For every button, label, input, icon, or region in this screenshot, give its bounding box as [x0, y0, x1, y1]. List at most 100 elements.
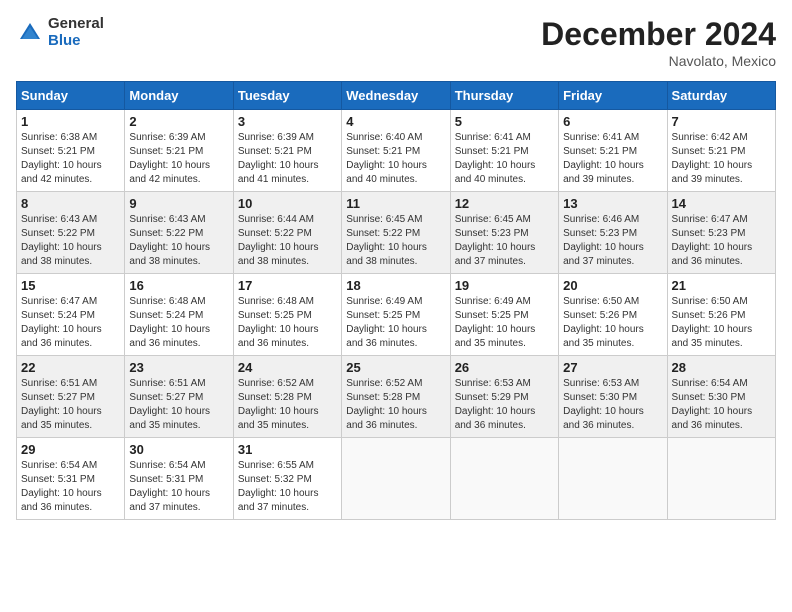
month-title: December 2024: [541, 16, 776, 53]
logo-icon: [16, 19, 44, 47]
day-info: Sunrise: 6:46 AMSunset: 5:23 PMDaylight:…: [563, 214, 644, 267]
col-wednesday: Wednesday: [342, 82, 450, 110]
day-info: Sunrise: 6:39 AMSunset: 5:21 PMDaylight:…: [238, 132, 319, 185]
day-info: Sunrise: 6:54 AMSunset: 5:30 PMDaylight:…: [672, 378, 753, 431]
day-number: 10: [238, 196, 337, 211]
day-number: 25: [346, 360, 445, 375]
table-row: 27 Sunrise: 6:53 AMSunset: 5:30 PMDayligh…: [559, 356, 667, 438]
day-info: Sunrise: 6:55 AMSunset: 5:32 PMDaylight:…: [238, 460, 319, 513]
table-row: 11Sunrise: 6:45 AMSunset: 5:22 PMDayligh…: [342, 192, 450, 274]
day-info: Sunrise: 6:44 AMSunset: 5:22 PMDaylight:…: [238, 214, 319, 267]
day-info: Sunrise: 6:52 AMSunset: 5:28 PMDaylight:…: [238, 378, 319, 431]
calendar-table: Sunday Monday Tuesday Wednesday Thursday…: [16, 81, 776, 520]
day-info: Sunrise: 6:50 AMSunset: 5:26 PMDaylight:…: [563, 296, 644, 349]
table-row: 14Sunrise: 6:47 AMSunset: 5:23 PMDayligh…: [667, 192, 775, 274]
day-number: 3: [238, 114, 337, 129]
day-info: Sunrise: 6:41 AMSunset: 5:21 PMDaylight:…: [455, 132, 536, 185]
day-info: Sunrise: 6:49 AMSunset: 5:25 PMDaylight:…: [455, 296, 536, 349]
day-info: Sunrise: 6:43 AMSunset: 5:22 PMDaylight:…: [129, 214, 210, 267]
col-monday: Monday: [125, 82, 233, 110]
day-info: Sunrise: 6:51 AMSunset: 5:27 PMDaylight:…: [129, 378, 210, 431]
table-row: 3 Sunrise: 6:39 AMSunset: 5:21 PMDaylight…: [233, 110, 341, 192]
day-info: Sunrise: 6:54 AMSunset: 5:31 PMDaylight:…: [129, 460, 210, 513]
table-row: 28 Sunrise: 6:54 AMSunset: 5:30 PMDayligh…: [667, 356, 775, 438]
table-row: [667, 438, 775, 520]
table-row: 12 Sunrise: 6:45 AMSunset: 5:23 PMDayligh…: [450, 192, 558, 274]
location: Navolato, Mexico: [541, 53, 776, 69]
table-row: 5 Sunrise: 6:41 AMSunset: 5:21 PMDaylight…: [450, 110, 558, 192]
day-number: 5: [455, 114, 554, 129]
day-number: 22: [21, 360, 120, 375]
day-number: 7: [672, 114, 771, 129]
day-number: 28: [672, 360, 771, 375]
logo-blue: Blue: [48, 33, 104, 50]
col-tuesday: Tuesday: [233, 82, 341, 110]
calendar-row: 22 Sunrise: 6:51 AMSunset: 5:27 PMDayligh…: [17, 356, 776, 438]
day-info: Sunrise: 6:40 AMSunset: 5:21 PMDaylight:…: [346, 132, 427, 185]
day-number: 19: [455, 278, 554, 293]
day-number: 15: [21, 278, 120, 293]
col-friday: Friday: [559, 82, 667, 110]
day-number: 20: [563, 278, 662, 293]
col-sunday: Sunday: [17, 82, 125, 110]
table-row: 30 Sunrise: 6:54 AMSunset: 5:31 PMDayligh…: [125, 438, 233, 520]
table-row: 16Sunrise: 6:48 AMSunset: 5:24 PMDayligh…: [125, 274, 233, 356]
calendar-row: 15 Sunrise: 6:47 AMSunset: 5:24 PMDayligh…: [17, 274, 776, 356]
day-info: Sunrise: 6:53 AMSunset: 5:30 PMDaylight:…: [563, 378, 644, 431]
title-area: December 2024 Navolato, Mexico: [541, 16, 776, 69]
day-info: Sunrise: 6:53 AMSunset: 5:29 PMDaylight:…: [455, 378, 536, 431]
day-number: 6: [563, 114, 662, 129]
day-info: Sunrise: 6:52 AMSunset: 5:28 PMDaylight:…: [346, 378, 427, 431]
table-row: 25 Sunrise: 6:52 AMSunset: 5:28 PMDayligh…: [342, 356, 450, 438]
day-number: 16: [129, 278, 228, 293]
day-number: 27: [563, 360, 662, 375]
day-number: 29: [21, 442, 120, 457]
table-row: 19 Sunrise: 6:49 AMSunset: 5:25 PMDayligh…: [450, 274, 558, 356]
table-row: 29Sunrise: 6:54 AMSunset: 5:31 PMDayligh…: [17, 438, 125, 520]
header-row: Sunday Monday Tuesday Wednesday Thursday…: [17, 82, 776, 110]
day-number: 4: [346, 114, 445, 129]
day-number: 2: [129, 114, 228, 129]
day-number: 24: [238, 360, 337, 375]
table-row: [450, 438, 558, 520]
table-row: 18Sunrise: 6:49 AMSunset: 5:25 PMDayligh…: [342, 274, 450, 356]
logo-text: General Blue: [48, 16, 104, 49]
table-row: 1 Sunrise: 6:38 AMSunset: 5:21 PMDaylight…: [17, 110, 125, 192]
col-thursday: Thursday: [450, 82, 558, 110]
table-row: 15 Sunrise: 6:47 AMSunset: 5:24 PMDayligh…: [17, 274, 125, 356]
table-row: 20 Sunrise: 6:50 AMSunset: 5:26 PMDayligh…: [559, 274, 667, 356]
day-info: Sunrise: 6:45 AMSunset: 5:23 PMDaylight:…: [455, 214, 536, 267]
day-number: 23: [129, 360, 228, 375]
table-row: [342, 438, 450, 520]
day-info: Sunrise: 6:43 AMSunset: 5:22 PMDaylight:…: [21, 214, 102, 267]
day-info: Sunrise: 6:45 AMSunset: 5:22 PMDaylight:…: [346, 214, 427, 267]
table-row: 9 Sunrise: 6:43 AMSunset: 5:22 PMDaylight…: [125, 192, 233, 274]
day-info: Sunrise: 6:39 AMSunset: 5:21 PMDaylight:…: [129, 132, 210, 185]
calendar-row: 29 Sunrise: 6:54 AMSunset: 5:31 PMDayligh…: [17, 438, 776, 520]
day-number: 13: [563, 196, 662, 211]
table-row: 26 Sunrise: 6:53 AMSunset: 5:29 PMDayligh…: [450, 356, 558, 438]
table-row: 4 Sunrise: 6:40 AMSunset: 5:21 PMDaylight…: [342, 110, 450, 192]
calendar-row: 8 Sunrise: 6:43 AMSunset: 5:22 PMDaylight…: [17, 192, 776, 274]
table-row: 6Sunrise: 6:41 AMSunset: 5:21 PMDaylight…: [559, 110, 667, 192]
day-info: Sunrise: 6:47 AMSunset: 5:24 PMDaylight:…: [21, 296, 102, 349]
day-info: Sunrise: 6:50 AMSunset: 5:26 PMDaylight:…: [672, 296, 753, 349]
day-info: Sunrise: 6:38 AMSunset: 5:21 PMDaylight:…: [21, 132, 102, 185]
day-number: 31: [238, 442, 337, 457]
logo: General Blue: [16, 16, 104, 49]
day-info: Sunrise: 6:47 AMSunset: 5:23 PMDaylight:…: [672, 214, 753, 267]
day-number: 1: [21, 114, 120, 129]
table-row: 23 Sunrise: 6:51 AMSunset: 5:27 PMDayligh…: [125, 356, 233, 438]
day-number: 9: [129, 196, 228, 211]
table-row: 13 Sunrise: 6:46 AMSunset: 5:23 PMDayligh…: [559, 192, 667, 274]
logo-general: General: [48, 16, 104, 33]
day-info: Sunrise: 6:51 AMSunset: 5:27 PMDaylight:…: [21, 378, 102, 431]
table-row: 17Sunrise: 6:48 AMSunset: 5:25 PMDayligh…: [233, 274, 341, 356]
day-number: 30: [129, 442, 228, 457]
day-number: 26: [455, 360, 554, 375]
day-number: 17: [238, 278, 337, 293]
day-number: 8: [21, 196, 120, 211]
table-row: [559, 438, 667, 520]
table-row: 7Sunrise: 6:42 AMSunset: 5:21 PMDaylight…: [667, 110, 775, 192]
day-number: 12: [455, 196, 554, 211]
